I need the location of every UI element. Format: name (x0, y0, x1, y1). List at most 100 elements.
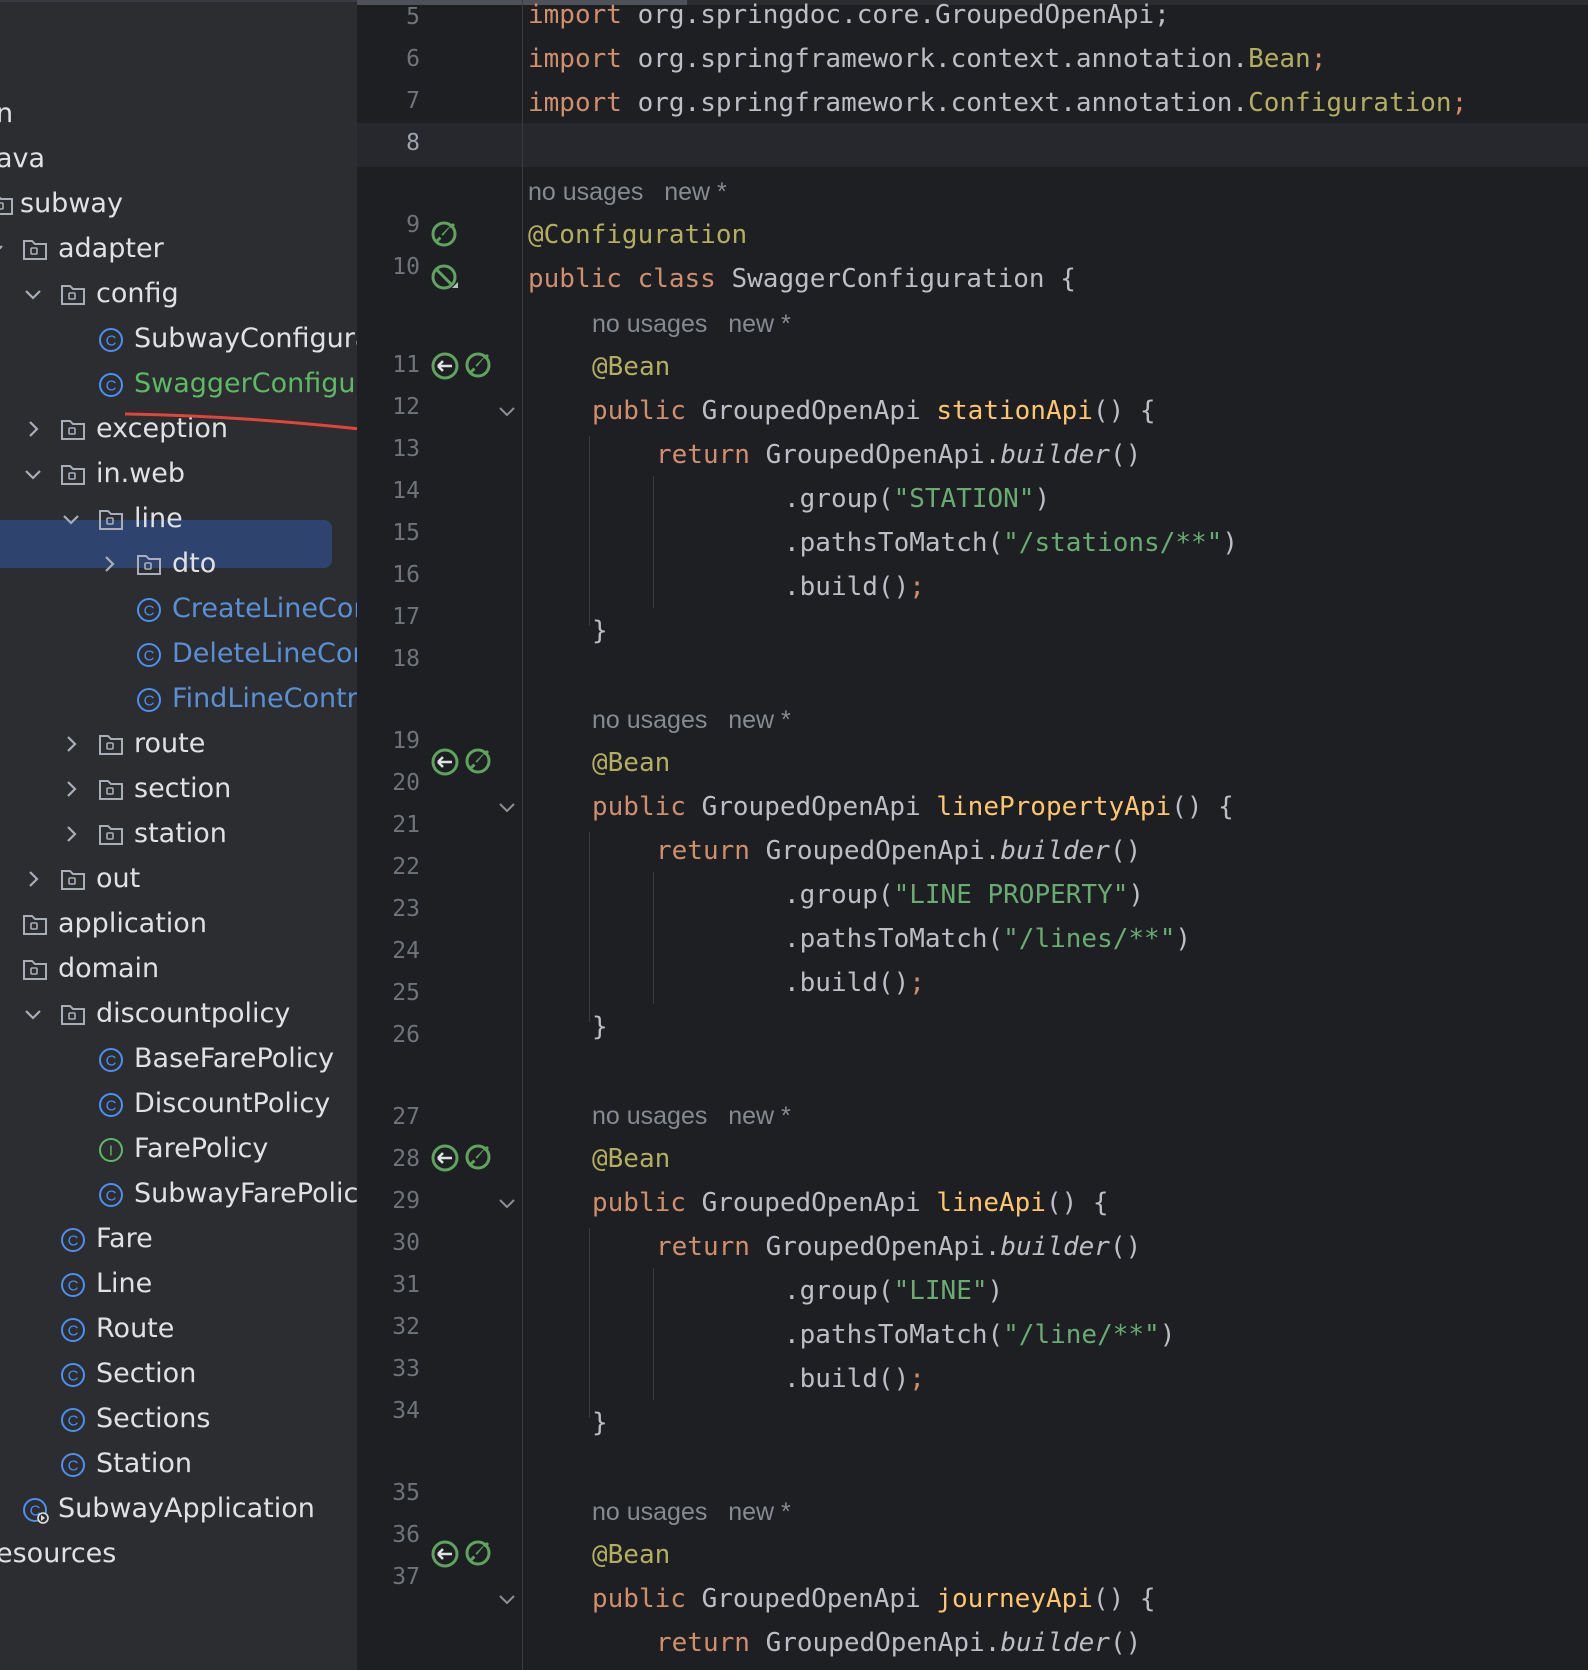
line-number[interactable]: 9 (357, 210, 420, 240)
line-number[interactable]: 13 (357, 434, 420, 464)
line-number[interactable]: 30 (357, 1228, 420, 1258)
code-line-20[interactable]: public GroupedOpenApi linePropertyApi() … (592, 790, 1234, 824)
tree-item-section[interactable]: C Section (0, 1351, 357, 1397)
line-number[interactable]: 8 (357, 128, 420, 158)
code-line-11[interactable]: @Bean (592, 350, 670, 384)
fold-chevron-icon[interactable] (495, 399, 519, 423)
tree-item-findlinecontro[interactable]: C FindLineContro (0, 676, 357, 722)
code-line-19[interactable]: @Bean (592, 746, 670, 780)
chevron-right-icon[interactable] (22, 866, 44, 892)
tree-item-subwayfarepolicy[interactable]: C SubwayFarePolicy (0, 1171, 357, 1217)
spring-config-icon[interactable] (430, 262, 460, 292)
line-number[interactable]: 35 (357, 1478, 420, 1508)
code-line-10[interactable]: public class SwaggerConfiguration { (528, 262, 1076, 296)
line-number[interactable]: 26 (357, 1020, 420, 1050)
inlay-hint[interactable]: no usages new * (528, 177, 727, 207)
tree-item-application[interactable]: application (0, 901, 357, 947)
code-line-29[interactable]: return GroupedOpenApi.builder() (656, 1230, 1141, 1264)
chevron-right-icon[interactable] (60, 776, 82, 802)
tree-item-route[interactable]: C Route (0, 1306, 357, 1352)
code-line-12[interactable]: public GroupedOpenApi stationApi() { (592, 394, 1156, 428)
tree-item-fare[interactable]: C Fare (0, 1216, 357, 1262)
navigate-bean-icon[interactable] (430, 351, 460, 381)
code-line-15[interactable]: .pathsToMatch("/stations/**") (784, 526, 1238, 560)
tree-item-line[interactable]: line (0, 496, 357, 542)
inlay-hint[interactable]: no usages new * (592, 309, 791, 339)
code-line-31[interactable]: .pathsToMatch("/line/**") (784, 1318, 1175, 1352)
code-line-28[interactable]: public GroupedOpenApi lineApi() { (592, 1186, 1109, 1220)
line-number[interactable]: 29 (357, 1186, 420, 1216)
line-number[interactable]: 17 (357, 602, 420, 632)
tree-item-subwayconfigura[interactable]: C SubwayConfigura (0, 316, 357, 362)
line-number[interactable]: 25 (357, 978, 420, 1008)
tree-item-dto[interactable]: dto (0, 541, 357, 587)
spring-bean-icon[interactable] (430, 218, 460, 248)
inlay-hint[interactable]: no usages new * (592, 1497, 791, 1527)
tree-item-subwayapplication[interactable]: C SubwayApplication (0, 1486, 357, 1532)
chevron-right-icon[interactable] (22, 416, 44, 442)
line-number[interactable]: 23 (357, 894, 420, 924)
code-line-23[interactable]: .pathsToMatch("/lines/**") (784, 922, 1191, 956)
line-number[interactable]: 19 (357, 726, 420, 756)
navigate-bean-icon[interactable] (430, 747, 460, 777)
navigate-bean-icon[interactable] (430, 1539, 460, 1569)
tree-item-out[interactable]: out (0, 856, 357, 902)
code-line-6[interactable]: import org.springframework.context.annot… (528, 42, 1326, 76)
chevron-right-icon[interactable] (60, 731, 82, 757)
code-line-5[interactable]: import org.springdoc.core.GroupedOpenApi… (528, 0, 1170, 32)
tree-item-line[interactable]: C Line (0, 1261, 357, 1307)
code-line-7[interactable]: import org.springframework.context.annot… (528, 86, 1467, 120)
line-number[interactable]: 27 (357, 1102, 420, 1132)
code-line-25[interactable]: } (592, 1010, 608, 1044)
tree-item-adapter[interactable]: adapter (0, 226, 357, 272)
code-line-27[interactable]: @Bean (592, 1142, 670, 1176)
line-number[interactable]: 31 (357, 1270, 420, 1300)
tree-item-station[interactable]: station (0, 811, 357, 857)
line-number[interactable]: 15 (357, 518, 420, 548)
spring-bean-icon[interactable] (464, 745, 494, 775)
chevron-down-icon[interactable] (22, 281, 44, 307)
code-line-33[interactable]: } (592, 1406, 608, 1440)
tree-item-sections[interactable]: C Sections (0, 1396, 357, 1442)
tree-item-discountpolicy[interactable]: C DiscountPolicy (0, 1081, 357, 1127)
tree-item-station[interactable]: C Station (0, 1441, 357, 1487)
tree-item-ava[interactable]: ava (0, 136, 357, 182)
line-number[interactable]: 6 (357, 44, 420, 74)
line-number[interactable]: 33 (357, 1354, 420, 1384)
line-number[interactable]: 20 (357, 768, 420, 798)
line-number[interactable]: 37 (357, 1562, 420, 1592)
chevron-right-icon[interactable] (60, 821, 82, 847)
tree-item-esources[interactable]: esources (0, 1531, 357, 1577)
code-line-17[interactable]: } (592, 614, 608, 648)
spring-bean-icon[interactable] (464, 1537, 494, 1567)
tree-item-subway[interactable]: subway (0, 181, 357, 227)
code-line-24[interactable]: .build(); (784, 966, 925, 1000)
spring-bean-icon[interactable] (464, 349, 494, 379)
code-line-32[interactable]: .build(); (784, 1362, 925, 1396)
chevron-down-icon[interactable] (0, 236, 6, 262)
code-line-35[interactable]: @Bean (592, 1538, 670, 1572)
code-line-37[interactable]: return GroupedOpenApi.builder() (656, 1626, 1141, 1660)
line-number[interactable]: 18 (357, 644, 420, 674)
code-line-13[interactable]: return GroupedOpenApi.builder() (656, 438, 1141, 472)
inlay-hint[interactable]: no usages new * (592, 705, 791, 735)
tree-item-basefarepolicy[interactable]: C BaseFarePolicy (0, 1036, 357, 1082)
tree-item-domain[interactable]: domain (0, 946, 357, 992)
chevron-right-icon[interactable] (98, 551, 120, 577)
line-number[interactable]: 10 (357, 252, 420, 282)
inlay-hint[interactable]: no usages new * (592, 1101, 791, 1131)
code-line-22[interactable]: .group("LINE PROPERTY") (784, 878, 1144, 912)
line-number[interactable]: 24 (357, 936, 420, 966)
line-number[interactable]: 34 (357, 1396, 420, 1426)
tree-item-swaggerconfigura[interactable]: C SwaggerConfigura (0, 361, 357, 407)
code-line-30[interactable]: .group("LINE") (784, 1274, 1003, 1308)
code-line-14[interactable]: .group("STATION") (784, 482, 1050, 516)
tree-item-discountpolicy[interactable]: discountpolicy (0, 991, 357, 1037)
line-number[interactable]: 5 (357, 2, 420, 32)
line-number[interactable]: 36 (357, 1520, 420, 1550)
navigate-bean-icon[interactable] (430, 1143, 460, 1173)
line-number[interactable]: 12 (357, 392, 420, 422)
line-number[interactable]: 21 (357, 810, 420, 840)
code-line-16[interactable]: .build(); (784, 570, 925, 604)
tree-item-farepolicy[interactable]: I FarePolicy (0, 1126, 357, 1172)
